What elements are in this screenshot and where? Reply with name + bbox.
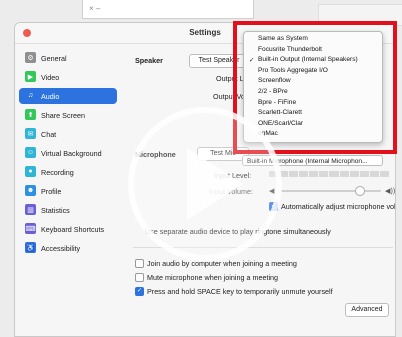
sidebar-item-keyboard-shortcuts[interactable]: ⌨ Keyboard Shortcuts [19, 221, 117, 237]
sidebar-item-label: Chat [41, 130, 57, 139]
mute-on-join-checkbox[interactable] [135, 273, 144, 282]
background-tab-controls[interactable]: × – [89, 4, 100, 13]
background-window: × – [82, 0, 254, 19]
sidebar-item-label: Profile [41, 187, 62, 196]
sidebar-item-label: Recording [41, 168, 74, 177]
space-unmute-label: Press and hold SPACE key to temporarily … [147, 287, 333, 296]
space-unmute-checkbox[interactable] [135, 287, 144, 296]
sidebar-item-label: Video [41, 73, 60, 82]
statistics-icon: ▥ [25, 204, 36, 215]
sidebar-item-recording[interactable]: ● Recording [19, 164, 117, 180]
sidebar-item-chat[interactable]: ✉ Chat [19, 126, 117, 142]
mute-on-join-label: Mute microphone when joining a meeting [147, 273, 279, 282]
dropdown-option[interactable]: Screenflow [258, 77, 291, 84]
share-screen-icon: ⬆ [25, 109, 36, 120]
sidebar-item-accessibility[interactable]: ♿ Accessibility [19, 240, 117, 256]
dropdown-option[interactable]: Focusrite Thunderbolt [258, 46, 322, 53]
advanced-button[interactable]: Advanced [345, 303, 389, 317]
sidebar-item-label: Share Screen [41, 111, 85, 120]
dropdown-option[interactable]: Same as System [258, 35, 308, 42]
volume-high-icon: ◀)) [385, 186, 396, 195]
background-icon: ☺ [25, 147, 36, 158]
sidebar-item-profile[interactable]: ☻ Profile [19, 183, 117, 199]
profile-icon: ☻ [25, 185, 36, 196]
check-icon: ✓ [249, 57, 255, 65]
gear-icon: ⚙ [25, 52, 36, 63]
keyboard-icon: ⌨ [25, 223, 36, 234]
video-icon: ▶ [25, 71, 36, 82]
chat-icon: ✉ [25, 128, 36, 139]
sidebar-item-label: Virtual Background [41, 149, 102, 158]
play-icon[interactable] [125, 104, 285, 264]
sidebar-item-virtual-background[interactable]: ☺ Virtual Background [19, 145, 117, 161]
speaker-label: Speaker [135, 56, 163, 65]
sidebar-item-label: Statistics [41, 206, 70, 215]
input-volume-track[interactable] [281, 190, 381, 192]
sidebar-item-general[interactable]: ⚙ General [19, 50, 117, 66]
headphones-icon: ♫ [27, 92, 34, 99]
sidebar-item-audio[interactable]: ♫ Audio [19, 88, 117, 104]
input-level-meter [269, 171, 389, 177]
sidebar: ⚙ General ▶ Video ♫ Audio ⬆ Share Screen ✉ Chat ☺ V… [15, 44, 119, 336]
auto-adjust-label: Automatically adjust microphone volume [281, 202, 396, 211]
recording-icon: ● [25, 166, 36, 177]
sidebar-item-label: Audio [41, 92, 60, 101]
sidebar-item-label: Accessibility [41, 244, 81, 253]
sidebar-item-label: Keyboard Shortcuts [41, 225, 105, 234]
dropdown-option[interactable]: Built-in Output (Internal Speakers) [258, 56, 358, 63]
sidebar-item-label: General [41, 54, 67, 63]
dropdown-option[interactable]: 2/2 - BPre [258, 88, 288, 95]
sidebar-item-statistics[interactable]: ▥ Statistics [19, 202, 117, 218]
sidebar-item-share-screen[interactable]: ⬆ Share Screen [19, 107, 117, 123]
accessibility-icon: ♿ [25, 242, 36, 253]
dropdown-option[interactable]: Pro Tools Aggregate I/O [258, 67, 328, 74]
sidebar-item-video[interactable]: ▶ Video [19, 69, 117, 85]
input-volume-knob[interactable] [355, 186, 365, 196]
